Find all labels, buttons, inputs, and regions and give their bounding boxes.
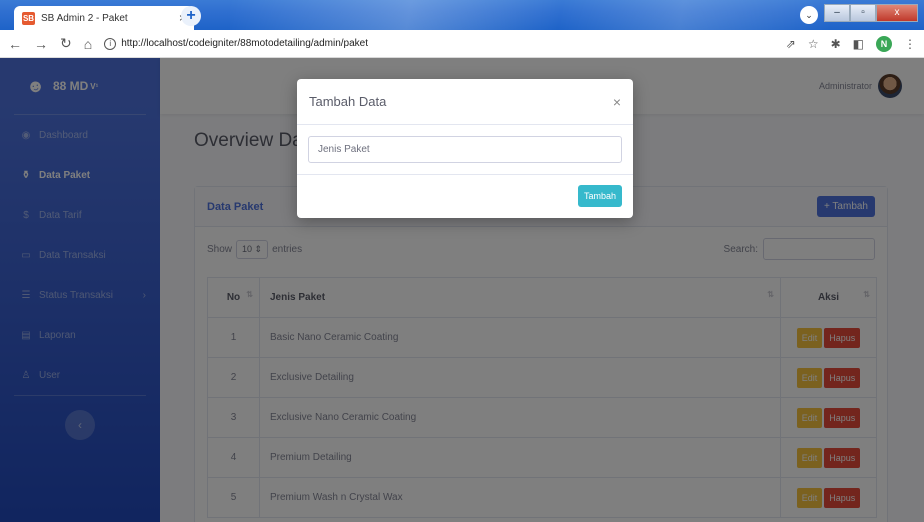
modal-footer: Tambah <box>297 175 633 217</box>
tab-search-icon[interactable]: ⌄ <box>800 6 818 24</box>
share-icon[interactable]: ⇗ <box>786 37 796 51</box>
jenis-paket-input[interactable] <box>308 136 622 163</box>
favicon-icon: SB <box>22 11 35 25</box>
close-window-button[interactable]: x <box>876 4 918 22</box>
modal-title: Tambah Data <box>309 94 387 109</box>
minimize-button[interactable]: – <box>824 4 850 22</box>
url-text: http://localhost/codeigniter/88motodetai… <box>121 38 369 49</box>
browser-tab-bar: SB SB Admin 2 - Paket × + ⌄ – ▫ x <box>0 0 924 30</box>
menu-icon[interactable]: ⋮ <box>904 37 916 51</box>
modal-header: Tambah Data × <box>297 79 633 125</box>
home-icon[interactable]: ⌂ <box>84 36 92 52</box>
reload-icon[interactable]: ↻ <box>60 35 72 52</box>
close-icon[interactable]: × <box>613 94 621 110</box>
extensions-icon[interactable]: ✱ <box>831 37 841 51</box>
browser-tab[interactable]: SB SB Admin 2 - Paket × <box>14 6 194 30</box>
maximize-button[interactable]: ▫ <box>850 4 876 22</box>
save-button[interactable]: Tambah <box>577 185 622 207</box>
back-icon[interactable]: ← <box>8 36 22 52</box>
forward-icon[interactable]: → <box>34 36 48 52</box>
star-icon[interactable]: ☆ <box>808 37 819 51</box>
tab-title: SB Admin 2 - Paket <box>41 12 128 24</box>
new-tab-button[interactable]: + <box>181 6 201 26</box>
url-field[interactable]: i http://localhost/codeigniter/88motodet… <box>104 37 369 50</box>
profile-avatar[interactable]: N <box>876 35 892 52</box>
address-bar: ← → ↻ ⌂ i http://localhost/codeigniter/8… <box>0 30 924 58</box>
window-controls: ⌄ – ▫ x <box>800 4 918 24</box>
sidepanel-icon[interactable]: ◧ <box>853 37 864 51</box>
modal-body <box>297 125 633 175</box>
add-data-modal: Tambah Data × Tambah <box>297 79 633 218</box>
site-info-icon[interactable]: i <box>104 37 117 50</box>
